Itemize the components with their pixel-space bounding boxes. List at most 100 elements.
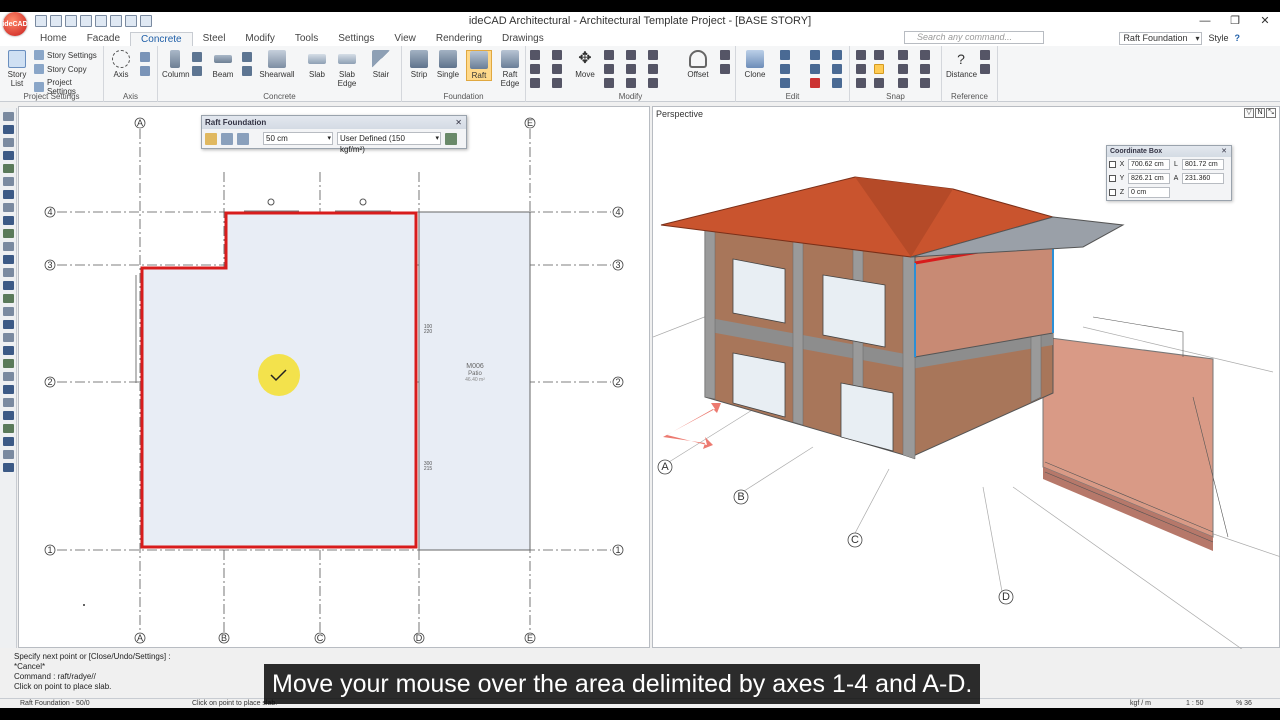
offset-button[interactable]: Offset: [682, 50, 714, 79]
left-tool-icon[interactable]: [2, 463, 14, 472]
left-tool-icon[interactable]: [2, 359, 14, 368]
x-lock-checkbox[interactable]: [1109, 160, 1116, 168]
trim-icon[interactable]: [530, 50, 540, 60]
story-settings-button[interactable]: Story Settings: [34, 50, 97, 60]
snap-perpendicular-icon[interactable]: [874, 78, 884, 88]
left-tool-icon[interactable]: [2, 398, 14, 407]
column-tool-icon[interactable]: [192, 52, 202, 62]
snap-grid-icon[interactable]: [874, 50, 884, 60]
story-copy-button[interactable]: Story Copy: [34, 64, 87, 74]
left-tool-icon[interactable]: [2, 138, 14, 147]
scale-icon[interactable]: [604, 78, 614, 88]
distance-button[interactable]: ? Distance: [946, 50, 977, 79]
beam-tool-icon[interactable]: [242, 66, 252, 76]
axis-tool-icon[interactable]: [140, 52, 150, 62]
tab-tools[interactable]: Tools: [285, 32, 328, 46]
shearwall-button[interactable]: Shearwall: [258, 50, 296, 79]
left-tool-icon[interactable]: [2, 424, 14, 433]
left-tool-icon[interactable]: [2, 255, 14, 264]
left-tool-icon[interactable]: [2, 190, 14, 199]
tab-concrete[interactable]: Concrete: [130, 32, 193, 46]
status-zoom[interactable]: % 36: [1236, 699, 1252, 708]
raft-foundation-button[interactable]: Raft: [466, 50, 492, 81]
left-tool-icon[interactable]: [2, 177, 14, 186]
left-tool-icon[interactable]: [2, 294, 14, 303]
style-menu[interactable]: Style: [1208, 33, 1228, 43]
beam-tool-icon[interactable]: [242, 52, 252, 62]
left-tool-icon[interactable]: [2, 203, 14, 212]
left-tool-icon[interactable]: [2, 333, 14, 342]
reference-tool-icon[interactable]: [980, 64, 990, 74]
tab-home[interactable]: Home: [30, 32, 77, 46]
settings-icon[interactable]: [140, 15, 152, 27]
slab-button[interactable]: Slab: [304, 50, 330, 79]
left-tool-icon[interactable]: [2, 125, 14, 134]
panel-close-icon[interactable]: ✕: [455, 116, 462, 129]
thickness-select[interactable]: 50 cm: [263, 132, 333, 145]
undo-icon[interactable]: [95, 15, 107, 27]
left-tool-icon[interactable]: [2, 372, 14, 381]
tab-drawings[interactable]: Drawings: [492, 32, 554, 46]
edit-tool-icon[interactable]: [780, 50, 790, 60]
arc-icon[interactable]: [648, 64, 658, 74]
modify-tool-icon[interactable]: [720, 64, 730, 74]
open-icon[interactable]: [50, 15, 62, 27]
edit-tool-icon[interactable]: [832, 50, 842, 60]
snap-ortho-icon[interactable]: [898, 64, 908, 74]
delete-icon[interactable]: [810, 78, 820, 88]
save-icon[interactable]: [65, 15, 77, 27]
close-button[interactable]: ✕: [1250, 12, 1280, 30]
left-tool-icon[interactable]: [2, 450, 14, 459]
tab-modify[interactable]: Modify: [235, 32, 284, 46]
left-tool-icon[interactable]: [2, 242, 14, 251]
snap-nearest-icon[interactable]: [898, 78, 908, 88]
mirror-icon[interactable]: [604, 64, 614, 74]
slab-edge-button[interactable]: Slab Edge: [332, 50, 362, 88]
tab-settings[interactable]: Settings: [328, 32, 384, 46]
soil-type-select[interactable]: User Defined (150 kgf/m²): [337, 132, 441, 154]
snap-active-icon[interactable]: [874, 64, 884, 74]
raft-settings-icon[interactable]: [445, 132, 457, 145]
snap-center-icon[interactable]: [856, 78, 866, 88]
status-scale[interactable]: 1 : 50: [1186, 699, 1204, 708]
snap-midpoint-icon[interactable]: [856, 64, 866, 74]
erase-icon[interactable]: [648, 78, 658, 88]
story-list-button[interactable]: Story List: [4, 50, 30, 88]
extend-icon[interactable]: [530, 64, 540, 74]
snap-tangent-icon[interactable]: [920, 64, 930, 74]
plan-viewport[interactable]: AABCDEE11223344 M006 Patio 46.40 m² 100 …: [18, 106, 650, 648]
rotate-icon[interactable]: [604, 50, 614, 60]
new-icon[interactable]: [35, 15, 47, 27]
perspective-viewport[interactable]: Perspective ▽ N ⤡ A B C D Coordinate Box…: [652, 106, 1280, 649]
left-tool-icon[interactable]: [2, 164, 14, 173]
column-button[interactable]: Column: [162, 50, 190, 79]
align-icon[interactable]: [626, 64, 636, 74]
left-tool-icon[interactable]: [2, 151, 14, 160]
help-icon[interactable]: ?: [1235, 33, 1241, 43]
axis-tool-icon[interactable]: [140, 66, 150, 76]
axis-button[interactable]: Axis: [108, 50, 134, 79]
fillet-icon[interactable]: [626, 50, 636, 60]
y-lock-checkbox[interactable]: [1109, 174, 1116, 182]
left-tool-icon[interactable]: [2, 346, 14, 355]
reference-tool-icon[interactable]: [980, 50, 990, 60]
app-logo-icon[interactable]: ideCAD: [2, 12, 28, 36]
z-lock-checkbox[interactable]: [1109, 188, 1116, 196]
raft-edge-button[interactable]: Raft Edge: [496, 50, 524, 88]
left-tool-icon[interactable]: [2, 437, 14, 446]
break-icon[interactable]: [552, 50, 562, 60]
snap-intersection-icon[interactable]: [898, 50, 908, 60]
edit-tool-icon[interactable]: [780, 78, 790, 88]
clone-button[interactable]: Clone: [740, 50, 770, 79]
strip-foundation-button[interactable]: Strip: [406, 50, 432, 79]
snap-quadrant-icon[interactable]: [920, 78, 930, 88]
column-tool-icon[interactable]: [192, 66, 202, 76]
status-unit[interactable]: kgf / m: [1130, 699, 1151, 708]
tab-steel[interactable]: Steel: [193, 32, 236, 46]
move-button[interactable]: ✥ Move: [572, 50, 598, 79]
stair-button[interactable]: Stair: [368, 50, 394, 79]
raft-rect-icon[interactable]: [221, 132, 233, 145]
current-command-combo[interactable]: Raft Foundation: [1119, 31, 1203, 45]
left-tool-icon[interactable]: [2, 268, 14, 277]
x-field[interactable]: 700.62 cm: [1128, 158, 1170, 170]
